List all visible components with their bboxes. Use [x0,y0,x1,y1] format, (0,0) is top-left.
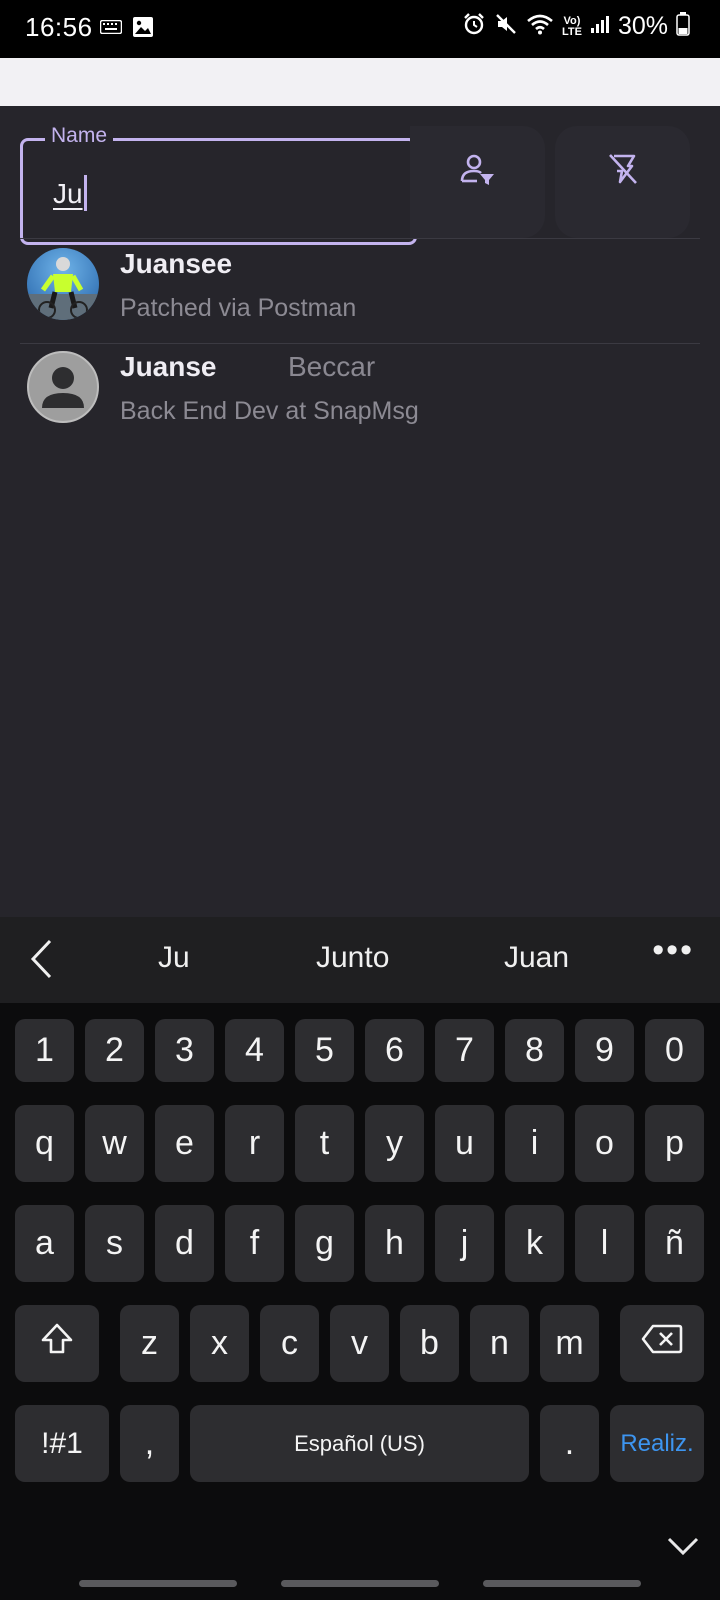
key[interactable]: p [645,1105,704,1182]
alarm-icon [462,12,486,41]
key[interactable]: 8 [505,1019,564,1082]
key[interactable]: r [225,1105,284,1182]
backspace-key[interactable] [620,1305,704,1382]
key[interactable]: l [575,1205,634,1282]
key[interactable]: q [15,1105,74,1182]
signal-icon [590,14,610,39]
divider [20,238,700,239]
key[interactable]: 1 [15,1019,74,1082]
key[interactable]: 3 [155,1019,214,1082]
nav-recents-handle[interactable] [79,1580,237,1587]
nav-back-handle[interactable] [483,1580,641,1587]
name-field-value[interactable]: Ju [53,175,87,211]
keyboard-icon [99,19,123,39]
result-bio: Back End Dev at SnapMsg [120,397,419,425]
space-key[interactable]: Español (US) [190,1405,529,1482]
key[interactable]: v [330,1305,389,1382]
result-location: Beccar [288,351,376,382]
keyboard-suggestion-bar: Ju Junto Juan ••• [0,917,720,1003]
name-field-label: Name [45,124,114,148]
suggestion-word[interactable]: Juan [504,941,569,975]
key[interactable]: j [435,1205,494,1282]
search-row: Name Ju [0,106,720,245]
key[interactable]: 4 [225,1019,284,1082]
key[interactable]: h [365,1205,424,1282]
image-icon [132,16,154,43]
volte-icon: Vo) LTE [561,14,582,38]
more-options-icon[interactable]: ••• [652,931,694,970]
key[interactable]: t [295,1105,354,1182]
wifi-icon [526,13,554,40]
chevron-down-icon[interactable] [666,1535,700,1562]
avatar [27,248,99,320]
key[interactable]: u [435,1105,494,1182]
key[interactable]: y [365,1105,424,1182]
key[interactable]: n [470,1305,529,1382]
chevron-left-icon[interactable] [28,937,54,986]
key[interactable]: b [400,1305,459,1382]
flash-filter-button[interactable] [555,126,690,238]
user-result-item[interactable]: Juanse Beccar Back End Dev at SnapMsg [0,343,720,445]
key[interactable]: 9 [575,1019,634,1082]
user-filter-button[interactable] [410,126,545,238]
default-user-avatar [27,351,99,423]
flash-off-icon [606,154,640,191]
status-bar: 16:56 Vo) LTE 30% [0,0,720,58]
symbols-key[interactable]: !#1 [15,1405,109,1482]
key[interactable]: i [505,1105,564,1182]
result-name: Juansee [120,248,233,279]
key[interactable]: z [120,1305,179,1382]
battery-percent: 30% [617,12,668,40]
key[interactable]: w [85,1105,144,1182]
key[interactable]: m [540,1305,599,1382]
shift-icon [40,1322,74,1365]
comma-key[interactable]: , [120,1405,179,1482]
battery-icon [676,12,690,41]
key[interactable]: c [260,1305,319,1382]
key[interactable]: a [15,1205,74,1282]
result-name: Juanse [120,351,217,382]
key[interactable]: 0 [645,1019,704,1082]
key[interactable]: k [505,1205,564,1282]
shift-key[interactable] [15,1305,99,1382]
key[interactable]: ñ [645,1205,704,1282]
key[interactable]: g [295,1205,354,1282]
key[interactable]: 5 [295,1019,354,1082]
mute-icon [494,12,518,41]
done-key[interactable]: Realiz. [610,1405,704,1482]
nav-home-handle[interactable] [281,1580,439,1587]
key[interactable]: o [575,1105,634,1182]
key[interactable]: e [155,1105,214,1182]
key[interactable]: x [190,1305,249,1382]
suggestion-word[interactable]: Junto [316,941,389,975]
app-bar [0,58,720,106]
key[interactable]: 7 [435,1019,494,1082]
user-result-item[interactable]: Juansee Patched via Postman [0,240,720,342]
user-filter-icon [460,154,496,191]
key[interactable]: d [155,1205,214,1282]
key[interactable]: 2 [85,1019,144,1082]
suggestion-word[interactable]: Ju [158,941,190,975]
backspace-icon [641,1324,683,1363]
status-time: 16:56 [25,12,93,42]
key[interactable]: s [85,1205,144,1282]
text-cursor [83,175,87,211]
result-bio: Patched via Postman [120,294,357,322]
name-search-field[interactable]: Name Ju [20,124,417,245]
key[interactable]: 6 [365,1019,424,1082]
period-key[interactable]: . [540,1405,599,1482]
keyboard [0,1003,720,1600]
key[interactable]: f [225,1205,284,1282]
